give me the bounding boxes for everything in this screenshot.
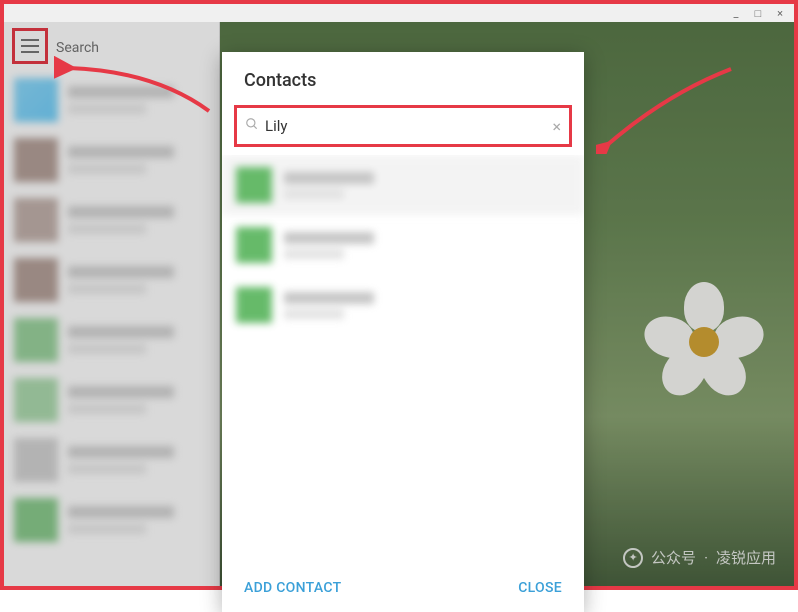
chat-list: [4, 70, 219, 550]
wechat-icon: ✦: [623, 548, 643, 568]
search-icon: [245, 117, 259, 135]
modal-title: Contacts: [222, 52, 584, 105]
chat-list-item[interactable]: [4, 70, 219, 130]
avatar: [236, 167, 272, 203]
avatar: [236, 287, 272, 323]
clear-search-button[interactable]: ×: [552, 117, 561, 136]
watermark: ✦ 公众号 · 凌锐应用: [623, 547, 776, 568]
avatar: [236, 227, 272, 263]
window-titlebar: _ □ ×: [0, 0, 798, 22]
sidebar: [4, 22, 220, 586]
contacts-results: [222, 155, 584, 564]
contacts-search-row: ×: [234, 105, 572, 147]
menu-button[interactable]: [12, 28, 48, 64]
chat-list-item[interactable]: [4, 190, 219, 250]
close-window-button[interactable]: ×: [770, 5, 790, 21]
maximize-button[interactable]: □: [748, 5, 768, 21]
sidebar-search-input[interactable]: [56, 40, 211, 56]
minimize-button[interactable]: _: [726, 5, 746, 21]
chat-list-item[interactable]: [4, 250, 219, 310]
add-contact-button[interactable]: ADD CONTACT: [244, 580, 341, 596]
chat-list-item[interactable]: [4, 490, 219, 550]
background-flower: [644, 282, 764, 402]
contact-result-item[interactable]: [222, 215, 584, 275]
chat-list-item[interactable]: [4, 370, 219, 430]
contacts-modal: Contacts × ADD CONTACT CLOSE: [222, 52, 584, 612]
contact-result-item[interactable]: [222, 155, 584, 215]
close-modal-button[interactable]: CLOSE: [518, 580, 562, 596]
chat-list-item[interactable]: [4, 310, 219, 370]
chat-list-item[interactable]: [4, 430, 219, 490]
contacts-search-input[interactable]: [265, 117, 546, 135]
chat-list-item[interactable]: [4, 130, 219, 190]
hamburger-icon: [21, 39, 39, 53]
contact-result-item[interactable]: [222, 275, 584, 335]
